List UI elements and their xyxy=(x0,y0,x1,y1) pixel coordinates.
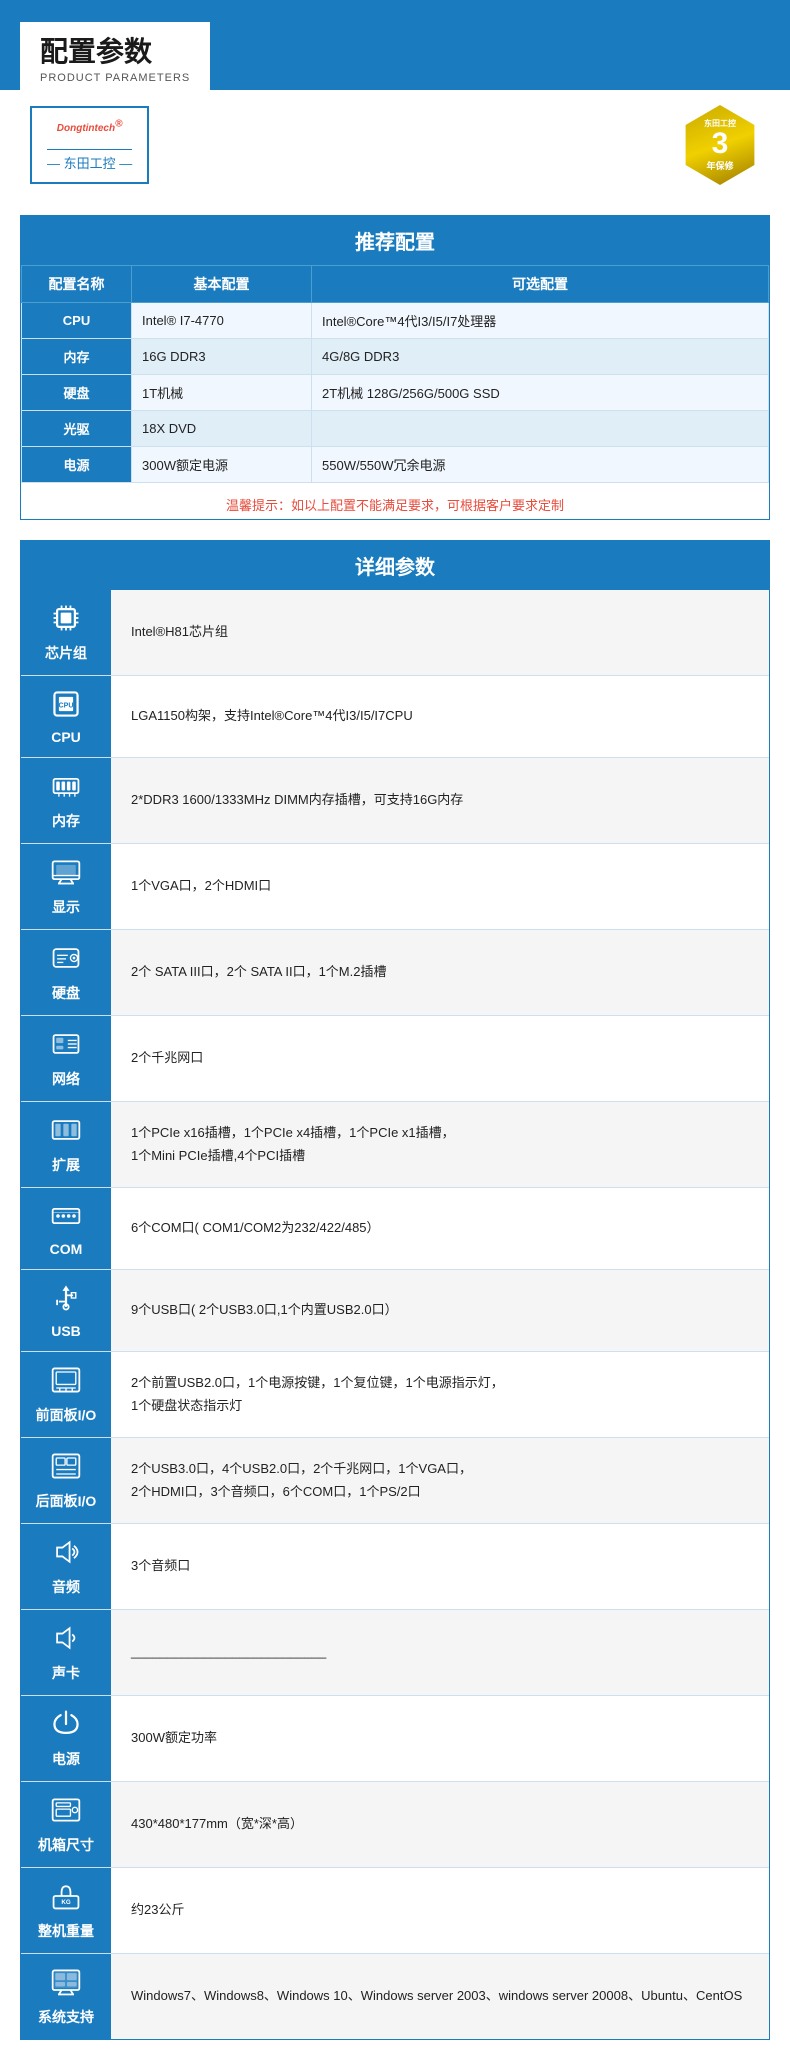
display-icon: 显示 xyxy=(21,844,111,930)
detail-row: 电源 300W额定功率 xyxy=(21,1696,769,1782)
detail-table: 芯片组 Intel®H81芯片组 CPU CPU LGA1150构架，支持Int… xyxy=(21,590,769,2039)
detail-title: 详细参数 xyxy=(21,541,769,590)
detail-section: 详细参数 芯片组 Intel®H81芯片组 CPU CPU LGA1150构架，… xyxy=(20,540,770,2040)
recommend-title: 推荐配置 xyxy=(21,216,769,265)
logo-brand-text: Dongtintech® xyxy=(57,123,123,134)
detail-value: 6个COM口( COM1/COM2为232/422/485） xyxy=(111,1188,769,1270)
col-header-optional: 可选配置 xyxy=(312,266,769,303)
soundcard-icon: 声卡 xyxy=(21,1610,111,1696)
header: 配置参数 PRODUCT PARAMETERS xyxy=(0,0,790,90)
header-title-en: PRODUCT PARAMETERS xyxy=(40,72,190,84)
audio-icon: 音频 xyxy=(21,1524,111,1610)
config-row-optional: Intel®Core™4代I3/I5/I7处理器 xyxy=(312,303,769,339)
config-row-name: CPU xyxy=(22,303,132,339)
detail-row: 音频 3个音频口 xyxy=(21,1524,769,1610)
cpu-icon: CPU CPU xyxy=(21,676,111,758)
config-row-optional xyxy=(312,411,769,447)
svg-text:CPU: CPU xyxy=(58,702,73,710)
detail-value: 2个USB3.0口，4个USB2.0口，2个千兆网口，1个VGA口，2个HDMI… xyxy=(111,1438,769,1524)
detail-row: 机箱尺寸 430*480*177mm（宽*深*高） xyxy=(21,1782,769,1868)
config-row-base: 300W额定电源 xyxy=(132,447,312,483)
network-icon: 网络 xyxy=(21,1016,111,1102)
col-header-base: 基本配置 xyxy=(132,266,312,303)
detail-row: 内存 2*DDR3 1600/1333MHz DIMM内存插槽，可支持16G内存 xyxy=(21,758,769,844)
detail-value: 430*480*177mm（宽*深*高） xyxy=(111,1782,769,1868)
logo-sub: — 东田工控 — xyxy=(47,149,132,172)
chipset-icon: 芯片组 xyxy=(21,590,111,676)
detail-value: 2个 SATA III口，2个 SATA II口，1个M.2插槽 xyxy=(111,930,769,1016)
detail-value: 约23公斤 xyxy=(111,1868,769,1954)
recommend-section: 推荐配置 配置名称 基本配置 可选配置 CPUIntel® I7-4770Int… xyxy=(20,215,770,520)
detail-value: 3个音频口 xyxy=(111,1524,769,1610)
detail-value: 1个VGA口，2个HDMI口 xyxy=(111,844,769,930)
detail-row: 扩展 1个PCIe x16插槽，1个PCIe x4插槽，1个PCIe x1插槽，… xyxy=(21,1102,769,1188)
config-row-optional: 4G/8G DDR3 xyxy=(312,339,769,375)
detail-row: CPU CPU LGA1150构架，支持Intel®Core™4代I3/I5/I… xyxy=(21,676,769,758)
warranty-text: 年保修 xyxy=(706,159,733,172)
detail-row: KG 整机重量 约23公斤 xyxy=(21,1868,769,1954)
config-row-base: 16G DDR3 xyxy=(132,339,312,375)
com-icon: COM xyxy=(21,1188,111,1270)
col-header-name: 配置名称 xyxy=(22,266,132,303)
svg-text:KG: KG xyxy=(61,1899,70,1906)
detail-row: 系统支持 Windows7、Windows8、Windows 10、Window… xyxy=(21,1954,769,2040)
config-row-base: 1T机械 xyxy=(132,375,312,411)
detail-row: COM 6个COM口( COM1/COM2为232/422/485） xyxy=(21,1188,769,1270)
detail-row: 芯片组 Intel®H81芯片组 xyxy=(21,590,769,676)
weight-icon: KG 整机重量 xyxy=(21,1868,111,1954)
detail-value: 9个USB口( 2个USB3.0口,1个内置USB2.0口） xyxy=(111,1270,769,1352)
detail-value: ___________________________ xyxy=(111,1610,769,1696)
detail-value: 1个PCIe x16插槽，1个PCIe x4插槽，1个PCIe x1插槽，1个M… xyxy=(111,1102,769,1188)
detail-row: 网络 2个千兆网口 xyxy=(21,1016,769,1102)
detail-value: 2*DDR3 1600/1333MHz DIMM内存插槽，可支持16G内存 xyxy=(111,758,769,844)
detail-value: LGA1150构架，支持Intel®Core™4代I3/I5/I7CPU xyxy=(111,676,769,758)
config-row-name: 硬盘 xyxy=(22,375,132,411)
os-icon: 系统支持 xyxy=(21,1954,111,2040)
config-row-optional: 2T机械 128G/256G/500G SSD xyxy=(312,375,769,411)
detail-row: 硬盘 2个 SATA III口，2个 SATA II口，1个M.2插槽 xyxy=(21,930,769,1016)
config-row-optional: 550W/550W冗余电源 xyxy=(312,447,769,483)
detail-row: 前面板I/O 2个前置USB2.0口，1个电源按键，1个复位键，1个电源指示灯，… xyxy=(21,1352,769,1438)
memory-icon: 内存 xyxy=(21,758,111,844)
header-title-box: 配置参数 PRODUCT PARAMETERS xyxy=(20,22,210,90)
header-title-zh: 配置参数 xyxy=(40,30,190,70)
detail-row: 显示 1个VGA口，2个HDMI口 xyxy=(21,844,769,930)
config-row-base: Intel® I7-4770 xyxy=(132,303,312,339)
warranty-num: 3 xyxy=(712,129,729,159)
detail-value: 2个前置USB2.0口，1个电源按键，1个复位键，1个电源指示灯，1个硬盘状态指… xyxy=(111,1352,769,1438)
usb-icon: USB xyxy=(21,1270,111,1352)
config-row-name: 内存 xyxy=(22,339,132,375)
warranty-badge: 东田工控 3 年保修 xyxy=(680,105,760,185)
logo-box: Dongtintech® — 东田工控 — xyxy=(30,106,149,184)
detail-value: Intel®H81芯片组 xyxy=(111,590,769,676)
detail-value: 300W额定功率 xyxy=(111,1696,769,1782)
power-icon: 电源 xyxy=(21,1696,111,1782)
front-io-icon: 前面板I/O xyxy=(21,1352,111,1438)
detail-row: 后面板I/O 2个USB3.0口，4个USB2.0口，2个千兆网口，1个VGA口… xyxy=(21,1438,769,1524)
tip-text: 温馨提示：如以上配置不能满足要求，可根据客户要求定制 xyxy=(21,483,769,519)
rear-io-icon: 后面板I/O xyxy=(21,1438,111,1524)
chassis-icon: 机箱尺寸 xyxy=(21,1782,111,1868)
detail-value: 2个千兆网口 xyxy=(111,1016,769,1102)
harddisk-icon: 硬盘 xyxy=(21,930,111,1016)
logo-area: Dongtintech® — 东田工控 — 东田工控 3 年保修 xyxy=(0,90,790,200)
config-row-name: 电源 xyxy=(22,447,132,483)
detail-value: Windows7、Windows8、Windows 10、Windows ser… xyxy=(111,1954,769,2040)
detail-row: USB 9个USB口( 2个USB3.0口,1个内置USB2.0口） xyxy=(21,1270,769,1352)
config-table: 配置名称 基本配置 可选配置 CPUIntel® I7-4770Intel®Co… xyxy=(21,265,769,483)
config-row-name: 光驱 xyxy=(22,411,132,447)
config-row-base: 18X DVD xyxy=(132,411,312,447)
expand-icon: 扩展 xyxy=(21,1102,111,1188)
detail-row: 声卡 ___________________________ xyxy=(21,1610,769,1696)
logo-brand: Dongtintech® xyxy=(57,118,123,145)
